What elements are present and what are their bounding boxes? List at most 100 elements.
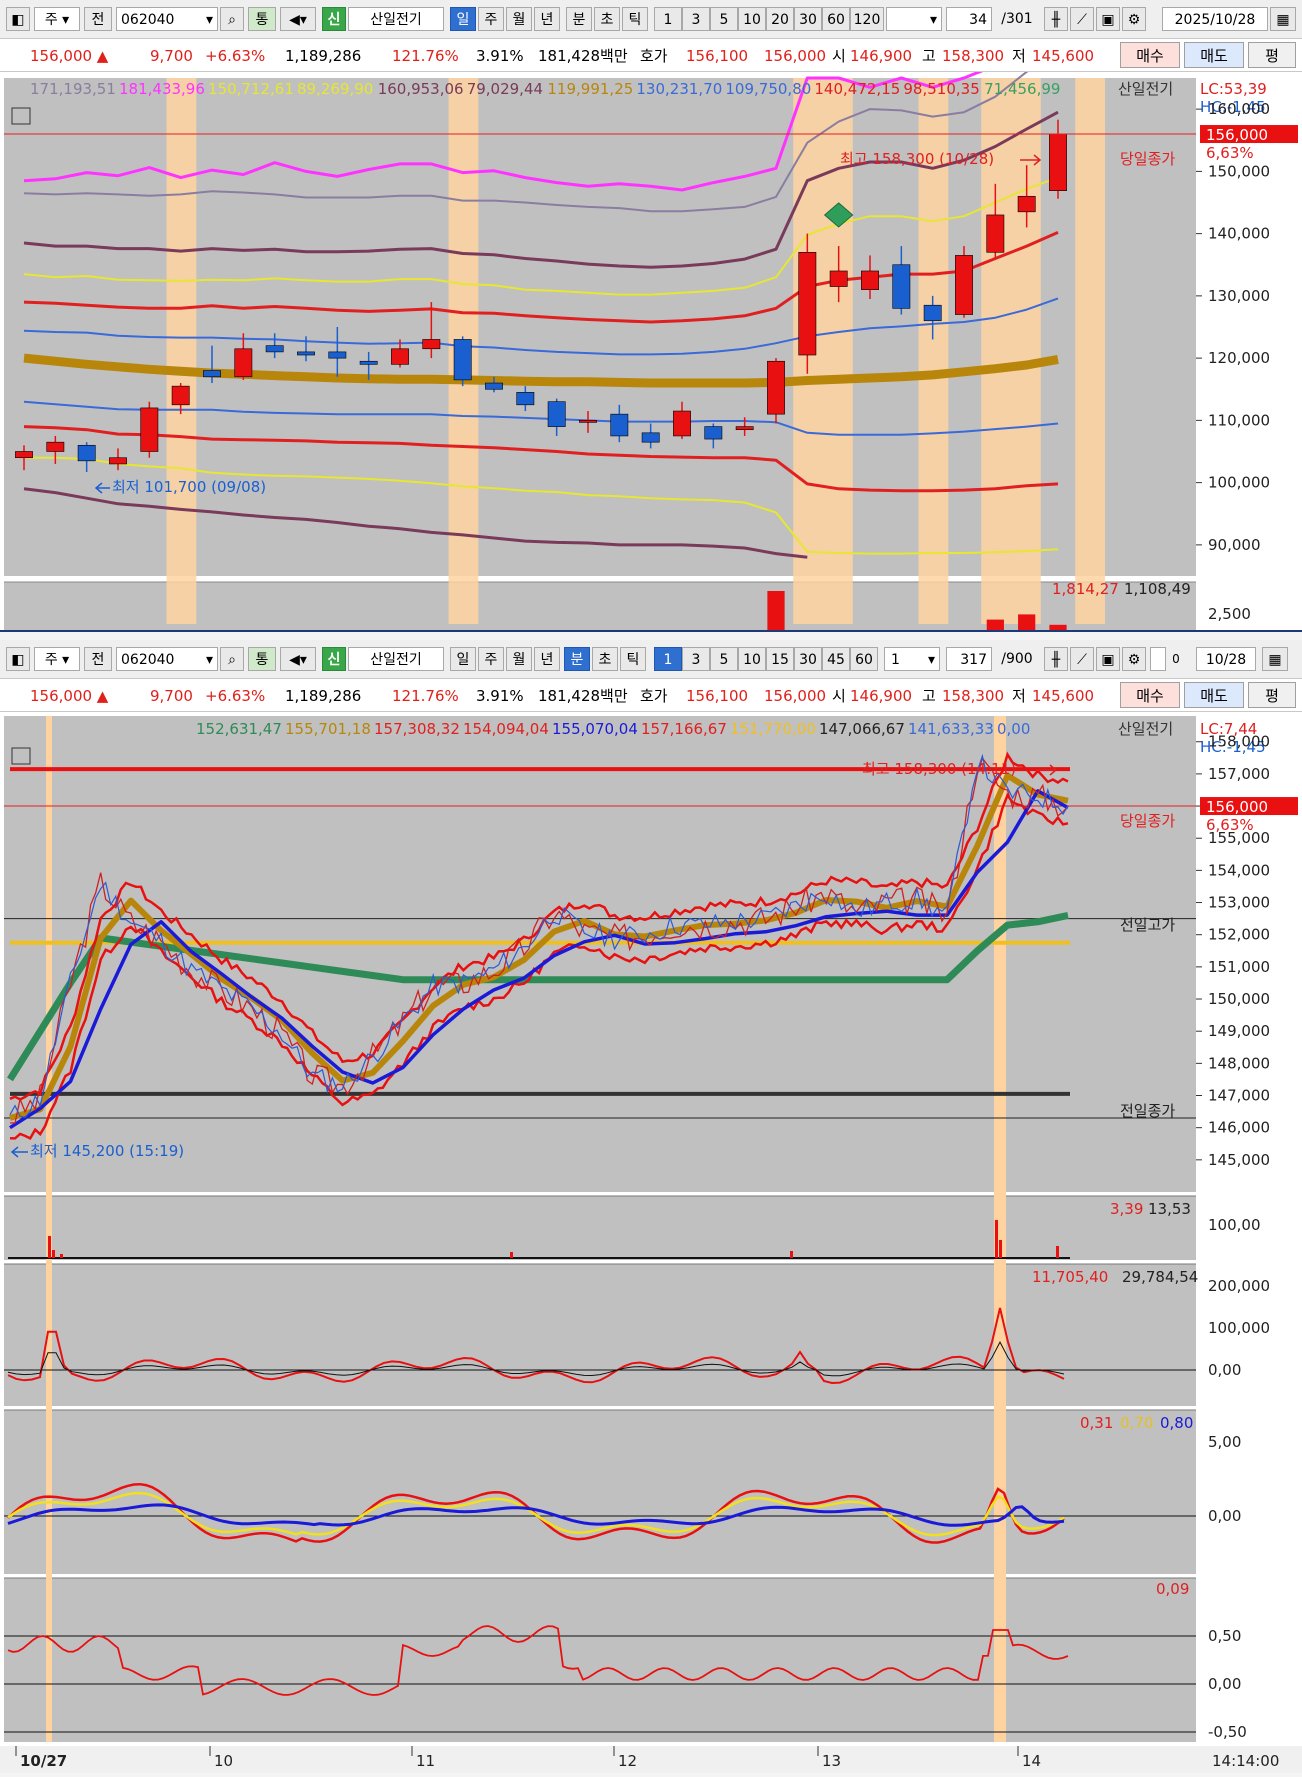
- x-tick-label: 10: [214, 1752, 233, 1770]
- save-icon[interactable]: ▣: [1096, 7, 1120, 31]
- close-label: 당일종가: [1120, 812, 1175, 830]
- period-minute-tab[interactable]: 분: [566, 7, 592, 31]
- open-price: 146,900: [850, 47, 913, 65]
- volume-ratio: 121.76%: [392, 47, 459, 65]
- interval-select[interactable]: 1 ▾: [884, 647, 940, 671]
- y-tick-label: 157,000: [1208, 765, 1270, 783]
- gear-icon[interactable]: ⚙: [1122, 7, 1146, 31]
- num-5-button[interactable]: 5: [710, 7, 738, 31]
- tong-button[interactable]: 통: [248, 647, 276, 671]
- ind2-legend: 0,31: [1080, 1414, 1113, 1432]
- prev-button[interactable]: 전: [84, 7, 112, 31]
- candle-body: [203, 370, 221, 378]
- market-select[interactable]: 주 ▾: [34, 647, 80, 671]
- legend-value: 160,953,06: [378, 80, 464, 98]
- period-day-tab[interactable]: 일: [450, 7, 476, 31]
- count-input[interactable]: 34: [946, 7, 992, 31]
- blank-select[interactable]: ▾: [886, 7, 942, 31]
- daily-candlestick-chart[interactable]: 171,193,51 181,433,96 150,712,61 89,269,90 1…: [0, 55, 1302, 634]
- candle-body: [77, 444, 96, 462]
- turnover: 3.91%: [476, 47, 524, 65]
- num-5-button[interactable]: 5: [710, 647, 738, 671]
- open-label: 시: [832, 47, 846, 65]
- sin-badge[interactable]: 신: [322, 647, 346, 671]
- y-tick-label: 90,000: [1208, 536, 1261, 554]
- period-day-tab[interactable]: 일: [450, 647, 476, 671]
- high-price: 158,300: [942, 47, 1005, 65]
- calendar-icon[interactable]: ▦: [1270, 7, 1296, 31]
- ind1-tick-label: 100,000: [1208, 1319, 1270, 1337]
- turnover: 3.91%: [476, 687, 524, 705]
- eval-button[interactable]: 평: [1248, 682, 1296, 708]
- num-60-button[interactable]: 60: [850, 647, 878, 671]
- pct-box-value: 6,63%: [1206, 816, 1254, 834]
- speaker-icon[interactable]: ◀▾: [280, 7, 316, 31]
- checkbox[interactable]: [1150, 647, 1166, 671]
- sell-button[interactable]: 매도: [1184, 42, 1244, 68]
- candle-body: [265, 345, 284, 353]
- search-icon[interactable]: ⌕: [220, 647, 244, 671]
- num-1-button[interactable]: 1: [654, 7, 682, 31]
- candle-icon[interactable]: ╫: [1044, 647, 1068, 671]
- code-input[interactable]: 062040 ▾: [116, 647, 218, 671]
- period-minute-tab[interactable]: 분: [564, 647, 590, 671]
- num-30-button[interactable]: 30: [794, 647, 822, 671]
- prev-button[interactable]: 전: [84, 647, 112, 671]
- y-tick-label: 149,000: [1208, 1022, 1270, 1040]
- search-icon[interactable]: ⌕: [220, 7, 244, 31]
- num-45-button[interactable]: 45: [822, 647, 850, 671]
- volume-bar: [52, 1250, 55, 1258]
- tool-icon[interactable]: ⟋: [1070, 647, 1094, 671]
- period-month-tab[interactable]: 월: [506, 647, 532, 671]
- num-1-button[interactable]: 1: [654, 647, 682, 671]
- gear-icon[interactable]: ⚙: [1122, 647, 1146, 671]
- num-3-button[interactable]: 3: [682, 7, 710, 31]
- period-tick-tab[interactable]: 틱: [622, 7, 648, 31]
- period-second-tab[interactable]: 초: [592, 647, 618, 671]
- tool-icon[interactable]: ⟋: [1070, 7, 1094, 31]
- volume-bar: [995, 1220, 998, 1258]
- num-15-button[interactable]: 15: [766, 647, 794, 671]
- num-10-button[interactable]: 10: [738, 7, 766, 31]
- period-week-tab[interactable]: 주: [478, 7, 504, 31]
- stock-name[interactable]: 산일전기: [348, 7, 444, 31]
- sell-button[interactable]: 매도: [1184, 682, 1244, 708]
- num-20-button[interactable]: 20: [766, 7, 794, 31]
- sin-badge[interactable]: 신: [322, 7, 346, 31]
- period-second-tab[interactable]: 초: [594, 7, 620, 31]
- speaker-icon[interactable]: ◀▾: [280, 647, 316, 671]
- high-annotation: 최고 158,300 (14:11): [862, 760, 1016, 778]
- count-input[interactable]: 317: [946, 647, 992, 671]
- market-select[interactable]: 주 ▾: [34, 7, 80, 31]
- candle-body: [986, 214, 1005, 253]
- eval-button[interactable]: 평: [1248, 42, 1296, 68]
- num-60-button[interactable]: 60: [822, 7, 850, 31]
- num-120-button[interactable]: 120: [850, 7, 884, 31]
- low-annotation: 최저 145,200 (15:19): [30, 1142, 184, 1160]
- period-tick-tab[interactable]: 틱: [620, 647, 646, 671]
- period-year-tab[interactable]: 년: [534, 7, 560, 31]
- save-icon[interactable]: ▣: [1096, 647, 1120, 671]
- y-tick-label: 150,000: [1208, 990, 1270, 1008]
- date-input[interactable]: 2025/10/28: [1162, 7, 1268, 31]
- stock-name[interactable]: 산일전기: [348, 647, 444, 671]
- total-count: /900: [1001, 651, 1033, 667]
- candle-icon[interactable]: ╫: [1044, 7, 1068, 31]
- num-10-button[interactable]: 10: [738, 647, 766, 671]
- num-3-button[interactable]: 3: [682, 647, 710, 671]
- minute-line-chart[interactable]: 152,631,47 155,701,18 157,308,32 154,094,04…: [0, 712, 1302, 1773]
- calendar-icon[interactable]: ▦: [1262, 647, 1288, 671]
- code-input[interactable]: 062040 ▾: [116, 7, 218, 31]
- num-30-button[interactable]: 30: [794, 7, 822, 31]
- ind2-legend: 0,80: [1160, 1414, 1193, 1432]
- period-week-tab[interactable]: 주: [478, 647, 504, 671]
- date-input[interactable]: 10/28: [1196, 647, 1256, 671]
- window-icon[interactable]: ◧: [6, 647, 30, 671]
- window-icon[interactable]: ◧: [6, 7, 30, 31]
- period-year-tab[interactable]: 년: [534, 647, 560, 671]
- buy-button[interactable]: 매수: [1120, 682, 1180, 708]
- legend-value: 0,00: [997, 720, 1030, 738]
- buy-button[interactable]: 매수: [1120, 42, 1180, 68]
- tong-button[interactable]: 통: [248, 7, 276, 31]
- period-month-tab[interactable]: 월: [506, 7, 532, 31]
